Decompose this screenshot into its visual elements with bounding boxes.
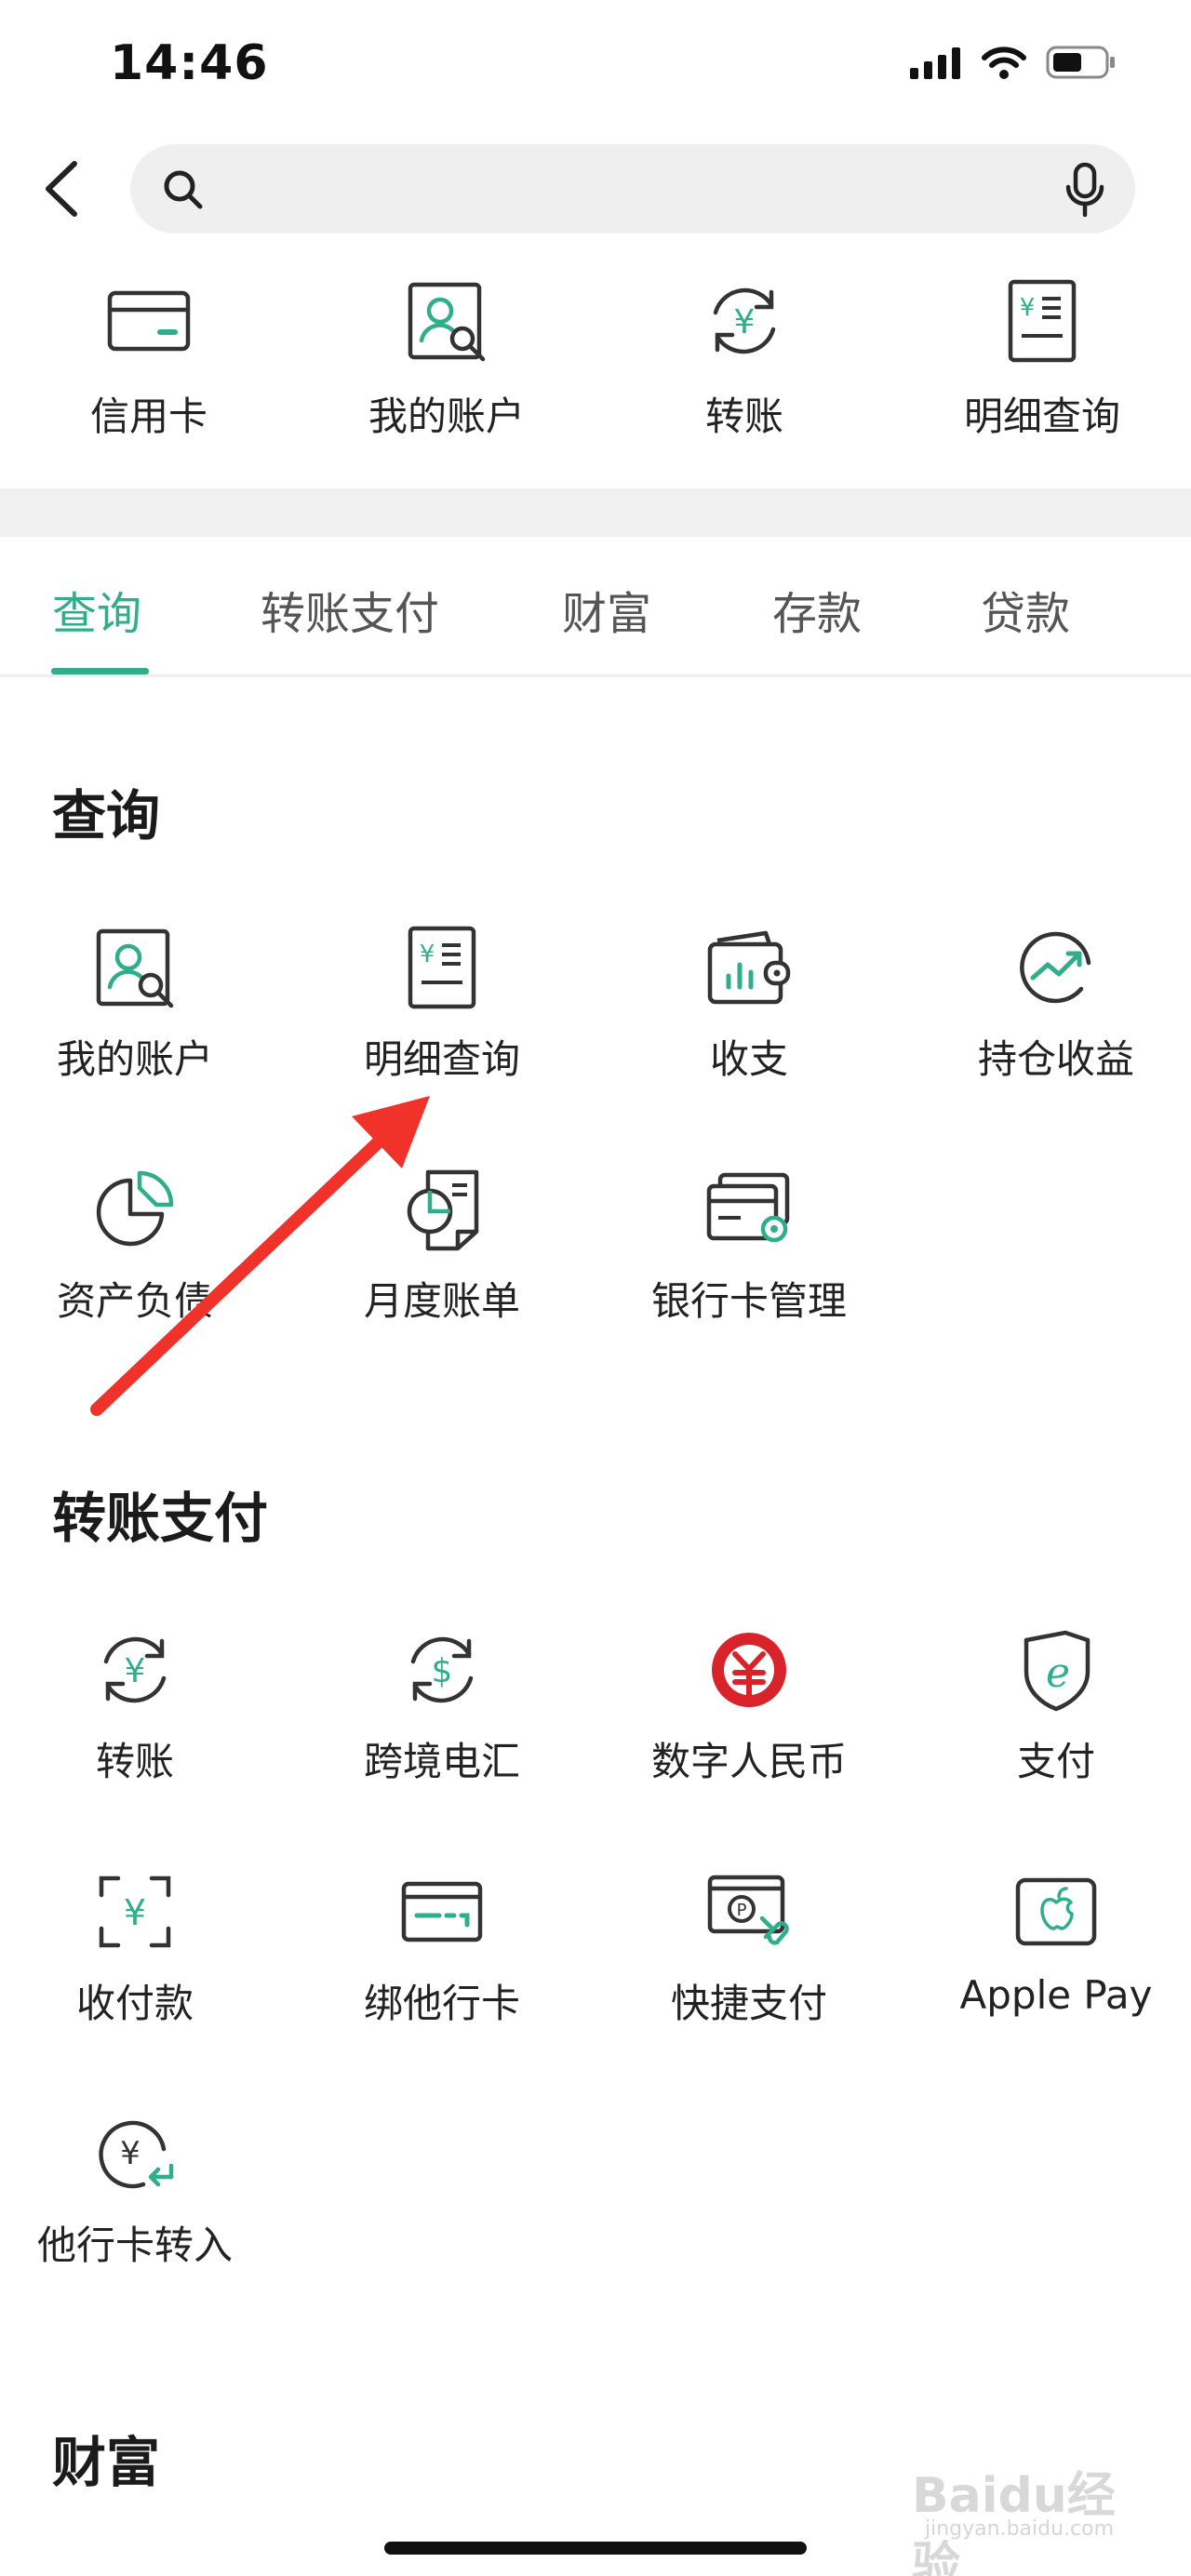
grid-item-label: 资产负债 [56, 1278, 213, 1324]
transfer-yuan-icon: ¥ [84, 1619, 186, 1721]
svg-text:¥: ¥ [734, 303, 756, 341]
grid-item-label: 支付 [1016, 1739, 1095, 1784]
search-input[interactable] [130, 144, 1135, 234]
section-title-wealth: 财富 [52, 2431, 161, 2494]
tab-active-indicator [51, 668, 149, 674]
wallet-chart-icon [698, 916, 800, 1019]
grid-item-label: 明细查询 [363, 1036, 520, 1082]
transfer-yuan-icon: ¥ [693, 270, 796, 372]
section-title-transfer-pay: 转账支付 [52, 1487, 269, 1550]
shortcut-credit-card[interactable]: 信用卡 [0, 270, 298, 484]
detail-bill-icon: ¥ [391, 916, 493, 1019]
grid-item-label: 转账 [95, 1739, 174, 1784]
grid-item-receive-pay[interactable]: ¥ 收付款 [0, 1861, 288, 2029]
pie-chart-icon [84, 1158, 186, 1261]
grid-item-digital-rmb[interactable]: 数字人民币 [596, 1619, 903, 1787]
svg-text:¥: ¥ [124, 1892, 146, 1933]
trend-up-icon [1005, 916, 1107, 1019]
grid-item-label: 持仓收益 [977, 1036, 1134, 1082]
grid-item-label: 跨境电汇 [363, 1739, 520, 1784]
svg-text:¥: ¥ [420, 941, 435, 968]
card-settings-icon [698, 1158, 800, 1261]
grid-item-detail-query[interactable]: ¥ 明细查询 [288, 916, 596, 1085]
shortcut-detail-query[interactable]: ¥ 明细查询 [893, 270, 1191, 484]
tab-deposit[interactable]: 存款 [772, 577, 862, 642]
grid-item-transfer[interactable]: ¥ 转账 [0, 1619, 288, 1787]
grid-item-card-management[interactable]: 银行卡管理 [596, 1158, 903, 1327]
e-pay-shield-icon: e [1005, 1619, 1107, 1721]
svg-text:¥: ¥ [125, 1652, 146, 1690]
grid-item-label: 数字人民币 [650, 1739, 847, 1784]
grid-item-income-expense[interactable]: 收支 [596, 916, 903, 1085]
status-time: 14:46 [110, 35, 269, 91]
cross-border-dollar-icon: $ [391, 1619, 493, 1721]
section-divider [0, 488, 1191, 537]
apple-pay-icon [1005, 1861, 1107, 1963]
grid-item-assets-liabilities[interactable]: 资产负债 [0, 1158, 288, 1327]
grid-item-holding-income[interactable]: 持仓收益 [903, 916, 1191, 1085]
watermark-sub: jingyan.baidu.com [925, 2517, 1115, 2541]
home-indicator[interactable] [384, 2542, 807, 2555]
monthly-bill-icon [391, 1158, 493, 1261]
grid-item-cross-border[interactable]: $ 跨境电汇 [288, 1619, 596, 1787]
shortcut-my-account[interactable]: 我的账户 [298, 270, 596, 484]
shortcut-label: 转账 [704, 394, 783, 439]
top-shortcuts: 信用卡 我的账户 ¥ 转账 ¥ 明细查询 [0, 270, 1191, 484]
shortcut-label: 信用卡 [89, 394, 207, 439]
category-tabs: 查询 转账支付 财富 存款 贷款 [0, 538, 1191, 677]
grid-item-label: 我的账户 [56, 1036, 213, 1082]
grid-item-label: 收付款 [75, 1981, 194, 2026]
digital-rmb-icon [698, 1619, 800, 1721]
baidu-watermark: Baidu经验 jingyan.baidu.com [912, 2456, 1144, 2576]
grid-item-apple-pay[interactable]: Apple Pay [903, 1861, 1191, 2018]
shortcut-label: 我的账户 [368, 394, 525, 439]
svg-text:¥: ¥ [120, 2135, 141, 2172]
bind-card-icon [391, 1861, 493, 1963]
svg-text:e: e [1046, 1649, 1070, 1697]
status-bar: 14:46 [0, 0, 1191, 130]
grid-item-label: 绑他行卡 [363, 1981, 520, 2026]
grid-item-bind-card[interactable]: 绑他行卡 [288, 1861, 596, 2029]
grid-item-quick-pay[interactable]: P 快捷支付 [596, 1861, 903, 2029]
grid-item-label: Apple Pay [959, 1972, 1153, 2018]
svg-text:P: P [737, 1901, 747, 1920]
account-search-icon [395, 270, 498, 372]
grid-item-monthly-bill[interactable]: 月度账单 [288, 1158, 596, 1327]
grid-item-pay[interactable]: e 支付 [903, 1619, 1191, 1787]
grid-item-label: 银行卡管理 [650, 1278, 847, 1324]
grid-item-label: 他行卡转入 [36, 2222, 233, 2268]
detail-bill-icon: ¥ [991, 270, 1093, 372]
tab-query[interactable]: 查询 [52, 577, 141, 642]
section-title-query: 查询 [52, 784, 161, 848]
grid-item-other-card-in[interactable]: ¥ 他行卡转入 [0, 2102, 288, 2271]
grid-item-label: 收支 [709, 1036, 788, 1082]
shortcut-label: 明细查询 [963, 394, 1120, 439]
battery-icon [1046, 45, 1117, 84]
account-search-icon [84, 916, 186, 1019]
shortcut-transfer[interactable]: ¥ 转账 [596, 270, 893, 484]
wifi-icon [981, 45, 1027, 84]
quick-pay-icon: P [698, 1861, 800, 1963]
grid-item-my-account[interactable]: 我的账户 [0, 916, 288, 1085]
search-icon [162, 168, 205, 215]
credit-card-icon [98, 270, 200, 372]
tab-loan[interactable]: 贷款 [981, 577, 1070, 642]
svg-text:$: $ [432, 1652, 453, 1690]
grid-item-label: 快捷支付 [670, 1981, 827, 2026]
back-button[interactable] [37, 156, 93, 231]
cellular-signal-icon [910, 46, 962, 83]
other-card-in-icon: ¥ [84, 2102, 186, 2205]
status-icons [910, 45, 1117, 84]
svg-text:¥: ¥ [1020, 294, 1036, 322]
scan-yuan-icon: ¥ [84, 1861, 186, 1963]
grid-item-label: 月度账单 [363, 1278, 520, 1324]
chevron-left-icon [46, 161, 77, 217]
microphone-icon[interactable] [1063, 161, 1107, 222]
tab-transfer-pay[interactable]: 转账支付 [261, 577, 439, 642]
tab-wealth[interactable]: 财富 [562, 577, 651, 642]
watermark-text: Baidu经验 [912, 2468, 1116, 2576]
